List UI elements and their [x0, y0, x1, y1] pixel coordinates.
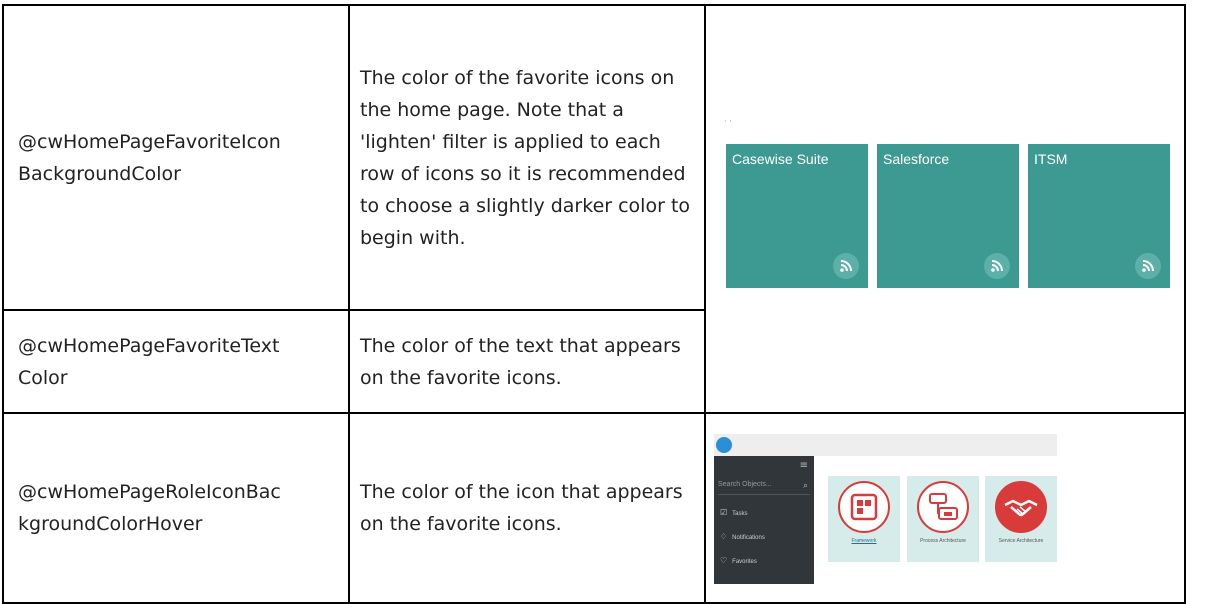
- description-text: The color of the icon that appears on th…: [360, 481, 683, 535]
- heart-icon: ♡: [720, 556, 728, 565]
- bell-icon: ♢: [720, 532, 728, 541]
- variable-name: @cwHomePageRoleIconBac kgroundColorHover: [18, 481, 281, 535]
- check-icon: ☑: [720, 508, 728, 517]
- app-sidebar: ≡ Search Objects... ⌕ ☑ Tasks ♢ Notificati…: [714, 456, 814, 584]
- variable-name: @cwHomePageFavoriteText Color: [18, 334, 280, 389]
- variable-name-cell: @cwHomePageFavoriteText Color: [2, 309, 350, 414]
- variable-name-cell: @cwHomePageRoleIconBac kgroundColorHover: [2, 412, 350, 604]
- role-example-cell: ≡ Search Objects... ⌕ ☑ Tasks ♢ Notificati…: [704, 412, 1186, 604]
- rss-icon: [1135, 253, 1161, 279]
- description-cell: The color of the text that appears on th…: [348, 309, 706, 414]
- role-label: Service Architecture: [998, 538, 1044, 544]
- favorite-tile-title: Salesforce: [883, 151, 950, 167]
- description-text: The color of the text that appears on th…: [360, 334, 681, 389]
- sidebar-search: Search Objects... ⌕: [718, 476, 810, 495]
- variable-name-cell: @cwHomePageFavoriteIcon BackgroundColor: [2, 4, 350, 311]
- rss-icon: [984, 253, 1010, 279]
- process-icon: [917, 481, 969, 533]
- role-tile-service: Service Architecture: [985, 476, 1057, 562]
- description-text: The color of the favorite icons on the h…: [360, 66, 691, 249]
- search-icon: ⌕: [802, 480, 808, 490]
- role-example-screenshot: ≡ Search Objects... ⌕ ☑ Tasks ♢ Notificati…: [714, 434, 1057, 584]
- tiny-dots: · ·: [724, 117, 732, 126]
- variable-name: @cwHomePageFavoriteIcon BackgroundColor: [18, 130, 281, 185]
- role-label: Framework: [851, 538, 877, 544]
- app-header: [714, 434, 1057, 456]
- description-cell: The color of the favorite icons on the h…: [348, 4, 706, 311]
- search-placeholder: Search Objects...: [718, 481, 772, 488]
- handshake-icon: [995, 481, 1047, 533]
- sidebar-item-tasks: ☑ Tasks: [720, 508, 748, 517]
- rss-icon: [833, 253, 859, 279]
- favorite-tile: Salesforce: [877, 144, 1019, 288]
- app-logo: [716, 437, 732, 453]
- role-label: Process Architecture: [920, 538, 966, 544]
- favorite-tile-title: Casewise Suite: [732, 151, 829, 167]
- favorites-example-cell: · · Casewise Suite Salesforce ITSM: [704, 4, 1186, 414]
- role-tile-framework: Framework: [828, 476, 900, 562]
- favorite-tile: ITSM: [1028, 144, 1170, 288]
- favorite-tile: Casewise Suite: [726, 144, 868, 288]
- framework-icon: [838, 481, 890, 533]
- role-tile-process: Process Architecture: [907, 476, 979, 562]
- description-cell: The color of the icon that appears on th…: [348, 412, 706, 604]
- sidebar-item-favorites: ♡ Favorites: [720, 556, 757, 565]
- sidebar-item-notifications: ♢ Notifications: [720, 532, 765, 541]
- favorite-tile-title: ITSM: [1034, 151, 1068, 167]
- hamburger-icon: ≡: [799, 460, 808, 471]
- theme-variables-table: @cwHomePageFavoriteIcon BackgroundColor …: [2, 4, 1186, 604]
